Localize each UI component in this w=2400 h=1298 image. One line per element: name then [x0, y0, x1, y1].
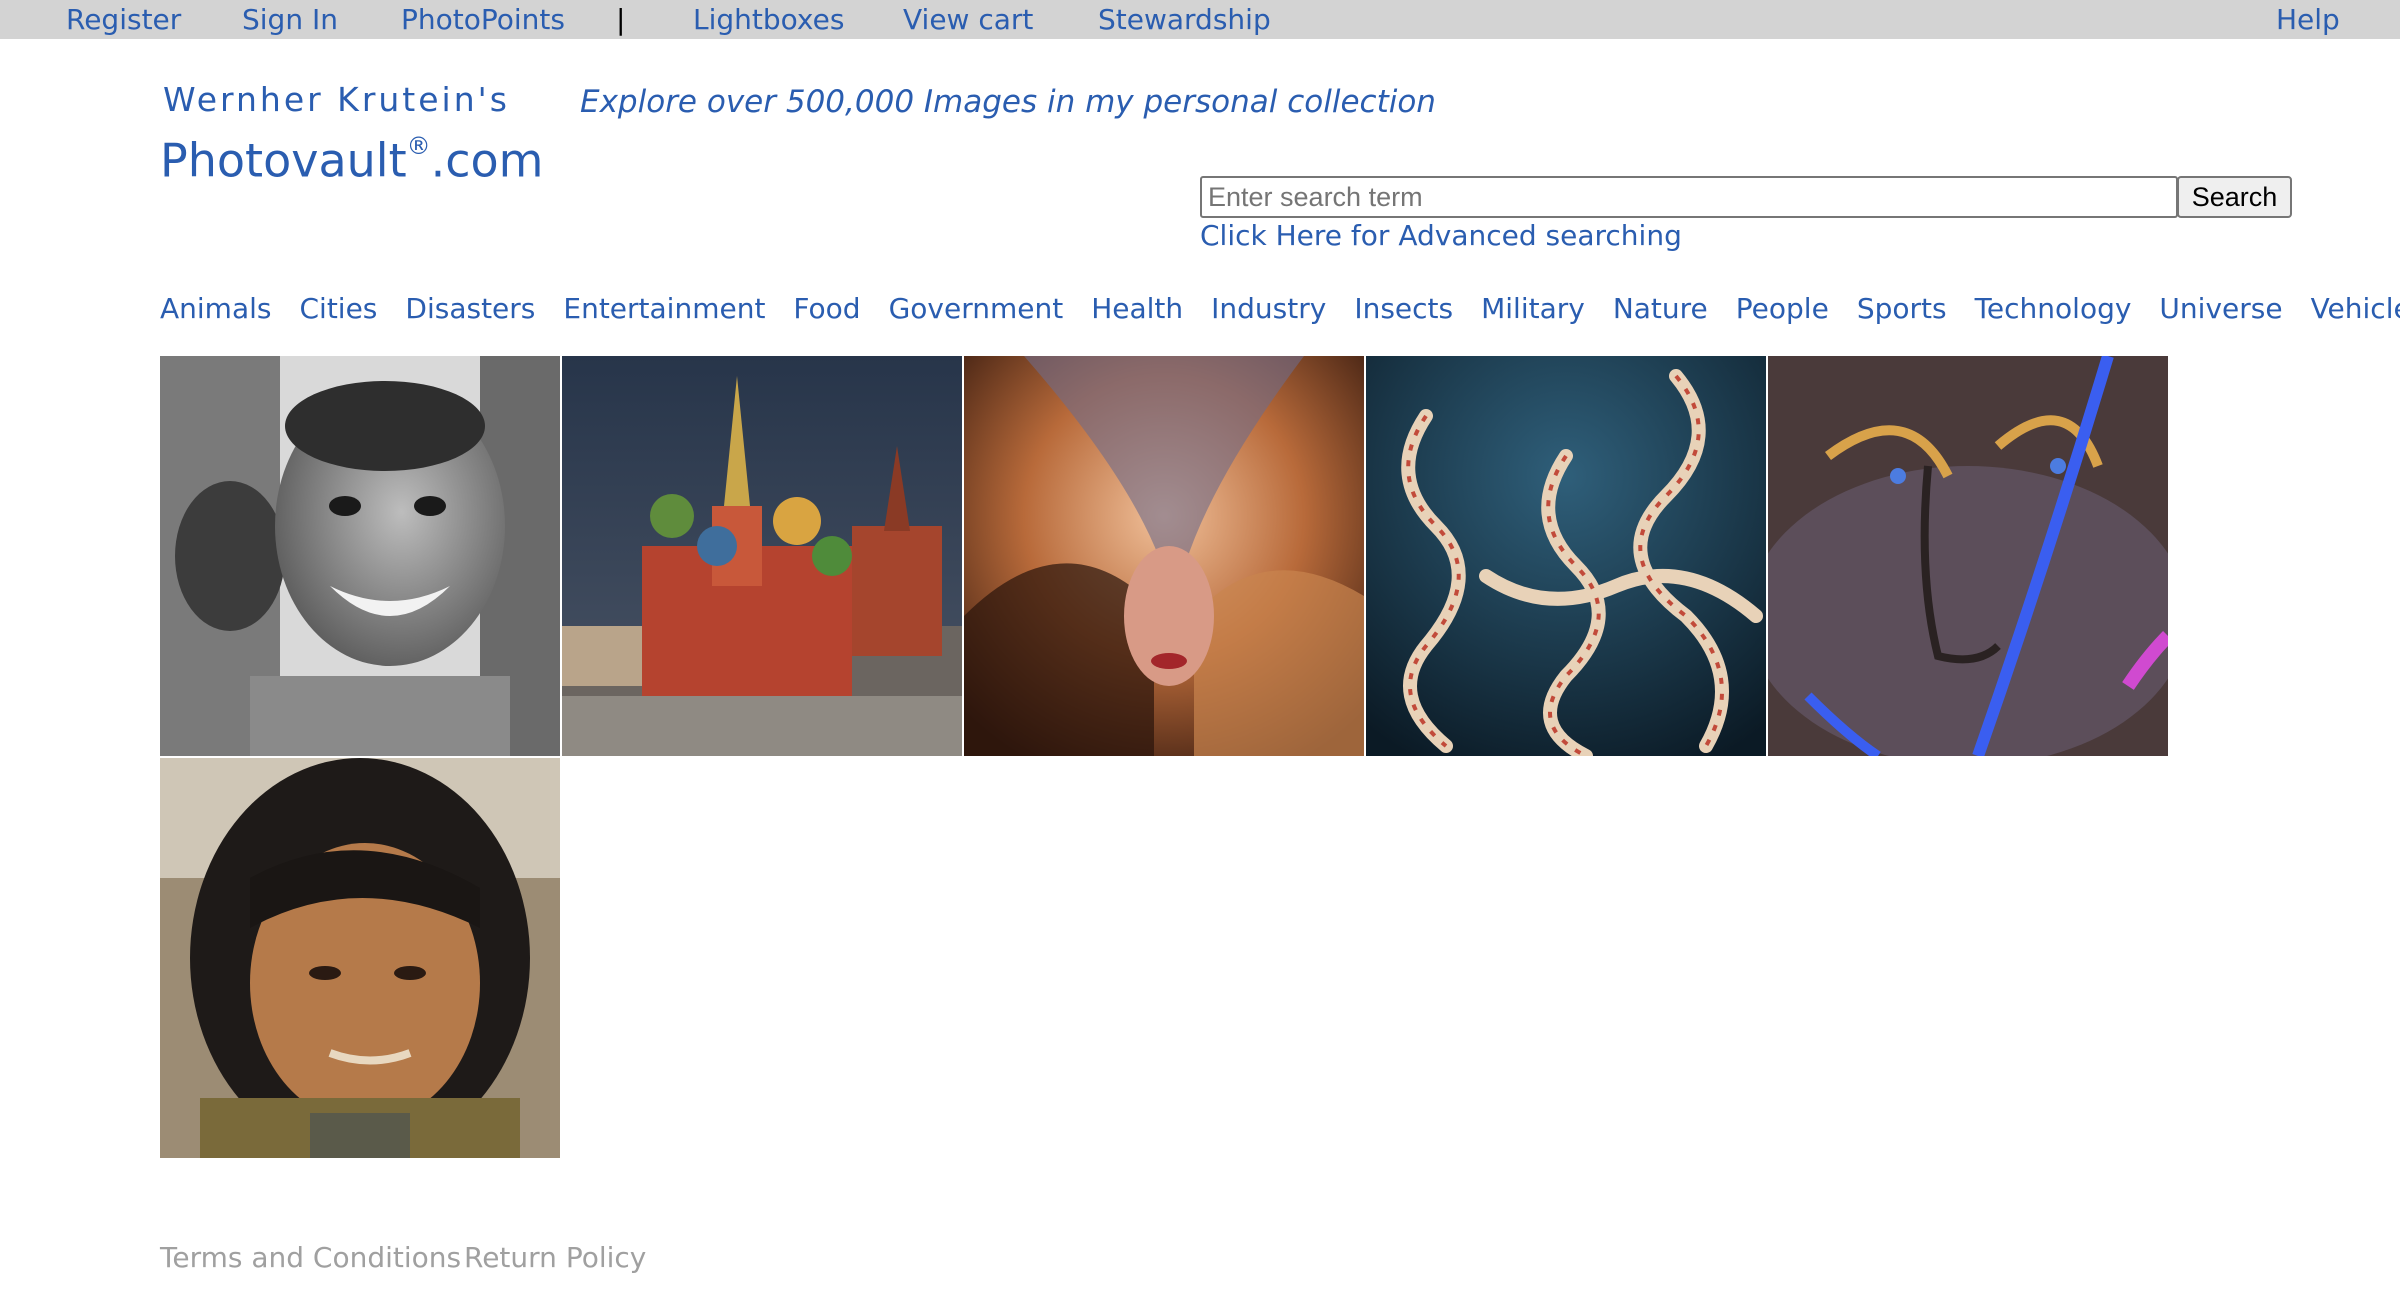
brand-owner: Wernher Krutein's [163, 80, 510, 119]
category-government[interactable]: Government [889, 292, 1064, 325]
help-link[interactable]: Help [2276, 0, 2340, 39]
view-cart-link[interactable]: View cart [903, 0, 1033, 39]
gallery-photo-light-painting[interactable] [1768, 356, 2168, 756]
return-policy-link[interactable]: Return Policy [464, 1241, 646, 1274]
site-logo-link[interactable]: Photovault®.com [160, 120, 543, 192]
lightboxes-link[interactable]: Lightboxes [693, 0, 844, 39]
gallery-photo-abstract-face[interactable] [964, 356, 1364, 756]
category-nature[interactable]: Nature [1613, 292, 1708, 325]
category-universe[interactable]: Universe [2159, 292, 2282, 325]
st-basils-cathedral-photo-icon [562, 356, 962, 756]
category-insects[interactable]: Insects [1354, 292, 1453, 325]
top-nav-bar: Register Sign In PhotoPoints | Lightboxe… [0, 0, 2400, 39]
category-industry[interactable]: Industry [1211, 292, 1326, 325]
category-sports[interactable]: Sports [1857, 292, 1947, 325]
search-button[interactable]: Search [2177, 176, 2292, 218]
stewardship-link[interactable]: Stewardship [1098, 0, 1271, 39]
terms-link[interactable]: Terms and Conditions [160, 1241, 461, 1274]
photopoints-link[interactable]: PhotoPoints [401, 0, 565, 39]
site-name: Photovault [160, 133, 407, 188]
category-food[interactable]: Food [793, 292, 860, 325]
advanced-search-link[interactable]: Click Here for Advanced searching [1200, 219, 1682, 252]
category-health[interactable]: Health [1091, 292, 1183, 325]
category-animals[interactable]: Animals [160, 292, 271, 325]
category-technology[interactable]: Technology [1975, 292, 2132, 325]
sign-in-link[interactable]: Sign In [242, 0, 338, 39]
gallery-photo-smiling-child[interactable] [160, 356, 560, 756]
category-nav: Animals Cities Disasters Entertainment F… [160, 292, 2400, 325]
category-vehicles[interactable]: Vehicles [2311, 292, 2400, 325]
search-input[interactable] [1200, 176, 2178, 218]
abstract-face-photo-icon [964, 356, 1364, 756]
gallery-photo-cathedral[interactable] [562, 356, 962, 756]
gallery-photo-man-portrait[interactable] [160, 758, 560, 1158]
category-disasters[interactable]: Disasters [405, 292, 535, 325]
smiling-child-photo-icon [160, 356, 560, 756]
light-painting-face-photo-icon [1768, 356, 2168, 756]
brittle-star-photo-icon [1366, 356, 1766, 756]
category-military[interactable]: Military [1481, 292, 1585, 325]
man-portrait-photo-icon [160, 758, 560, 1158]
category-entertainment[interactable]: Entertainment [563, 292, 765, 325]
register-link[interactable]: Register [66, 0, 181, 39]
nav-separator: | [616, 3, 626, 36]
tagline: Explore over 500,000 Images in my person… [580, 84, 1436, 120]
category-people[interactable]: People [1736, 292, 1829, 325]
category-cities[interactable]: Cities [299, 292, 377, 325]
gallery-photo-brittle-star[interactable] [1366, 356, 1766, 756]
registered-mark: ® [406, 132, 431, 160]
site-domain: .com [430, 133, 544, 188]
